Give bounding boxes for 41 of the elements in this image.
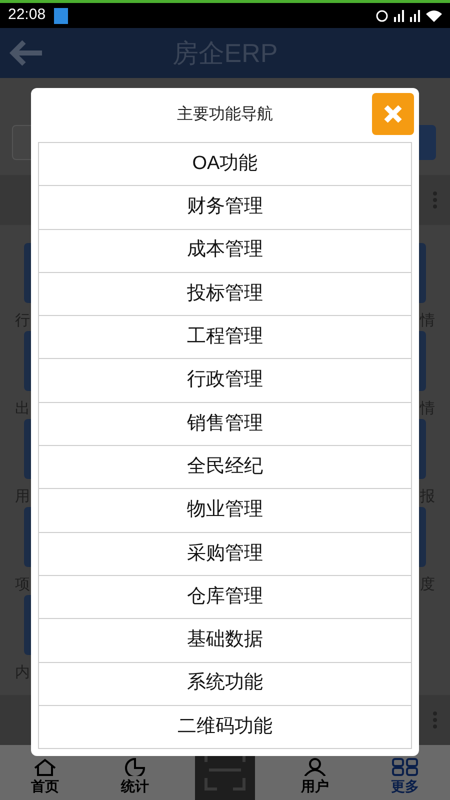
pie-chart-icon: [124, 758, 146, 776]
menu-tile[interactable]: [24, 419, 31, 479]
close-icon: [383, 104, 403, 124]
back-arrow-icon[interactable]: [8, 38, 44, 68]
house-icon: [33, 758, 57, 776]
app-icon: [54, 8, 68, 24]
nav-tab[interactable]: 统计: [121, 758, 149, 800]
menu-tile[interactable]: [419, 243, 426, 303]
close-button[interactable]: [372, 93, 414, 135]
menu-item[interactable]: 财务管理: [39, 186, 411, 230]
menu-item[interactable]: 基础数据: [39, 619, 411, 663]
alarm-icon: [376, 10, 388, 22]
menu-item[interactable]: 物业管理: [39, 489, 411, 533]
menu-item[interactable]: 系统功能: [39, 662, 411, 706]
nav-tab[interactable]: 用户: [301, 758, 329, 800]
menu-tile[interactable]: [419, 507, 426, 567]
menu-tile[interactable]: [24, 243, 31, 303]
signal-icon: [394, 10, 404, 22]
menu-item[interactable]: 采购管理: [39, 532, 411, 576]
search-button[interactable]: [419, 125, 436, 160]
menu-tile[interactable]: [24, 331, 31, 391]
signal-icon: [410, 10, 420, 22]
menu-tile[interactable]: [24, 507, 31, 567]
menu-tile[interactable]: [24, 595, 31, 655]
grid-icon: [392, 758, 418, 776]
wifi-icon: [426, 10, 442, 22]
nav-tab[interactable]: 首页: [31, 758, 59, 800]
status-time: 22:08: [8, 5, 46, 26]
menu-item[interactable]: OA功能: [39, 143, 411, 186]
menu-item[interactable]: 工程管理: [39, 316, 411, 360]
person-icon: [303, 758, 327, 776]
dialog-title: 主要功能导航: [177, 104, 273, 125]
menu-tile[interactable]: [419, 331, 426, 391]
menu-tile[interactable]: [419, 419, 426, 479]
menu-item[interactable]: 成本管理: [39, 230, 411, 273]
menu-item[interactable]: 投标管理: [39, 272, 411, 316]
menu-item[interactable]: 销售管理: [39, 402, 411, 446]
menu-item[interactable]: 二维码功能: [39, 706, 411, 750]
menu-item[interactable]: 仓库管理: [39, 576, 411, 620]
menu-item[interactable]: 全民经纪: [39, 446, 411, 490]
menu-item[interactable]: 行政管理: [39, 359, 411, 403]
